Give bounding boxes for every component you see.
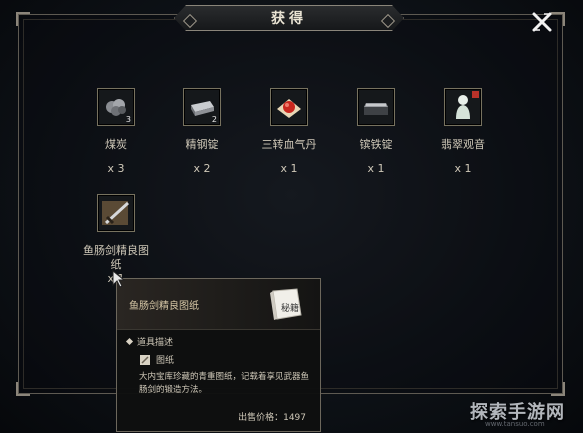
- reward-item-jade-guanyin[interactable]: 翡翠观音 x 1: [426, 88, 500, 175]
- sword-blueprint-icon: [102, 201, 130, 225]
- dialog-title-bar: 获得: [174, 5, 404, 31]
- item-name: 鱼肠剑精良图纸: [83, 244, 149, 271]
- diamond-bullet-icon: [125, 337, 134, 346]
- site-watermark-url: www.tansuo.com: [485, 420, 545, 428]
- item-slot[interactable]: [357, 88, 395, 126]
- tooltip-section-title: 道具描述: [137, 338, 174, 348]
- item-slot[interactable]: 2: [183, 88, 221, 126]
- reward-item-pill[interactable]: 三转血气丹 x 1: [252, 88, 326, 175]
- item-slot[interactable]: [270, 88, 308, 126]
- tooltip-header: 鱼肠剑精良图纸 秘籍: [117, 279, 320, 330]
- iron-ingot-icon: [364, 103, 388, 115]
- item-quantity: x 3: [107, 162, 125, 175]
- close-x-icon: [532, 12, 552, 32]
- reward-item-steel-ingot[interactable]: 2 精钢锭 x 2: [165, 88, 239, 175]
- item-name: 精钢锭: [185, 138, 219, 151]
- scroll-book-icon: 秘籍: [270, 288, 302, 320]
- tooltip-item-kind: 图纸: [139, 353, 174, 366]
- blueprint-kind-icon: [140, 354, 150, 365]
- dialog-title: 获得: [271, 11, 307, 27]
- price-label: 出售价格：: [238, 413, 284, 423]
- item-quantity: x 2: [193, 162, 211, 175]
- item-stack-count: 3: [125, 115, 131, 124]
- item-name: 三转血气丹: [261, 138, 317, 151]
- reward-item-iron-ingot[interactable]: 镔铁锭 x 1: [339, 88, 413, 175]
- price-value: 1497: [283, 413, 306, 423]
- svg-text:秘籍: 秘籍: [281, 302, 299, 314]
- reward-item-coal[interactable]: 3 煤炭 x 3: [79, 88, 153, 175]
- item-stack-count: 2: [211, 115, 217, 124]
- close-button[interactable]: [528, 8, 556, 36]
- tooltip-section-header: 道具描述: [125, 335, 174, 348]
- tooltip-item-name: 鱼肠剑精良图纸: [129, 301, 199, 312]
- item-quantity: x 1: [454, 162, 472, 175]
- item-slot[interactable]: [97, 194, 135, 232]
- item-name: 煤炭: [105, 138, 127, 151]
- item-tooltip: 鱼肠剑精良图纸 秘籍 道具描述 图纸 大内宝库珍藏的青重图纸，记载着享见武器鱼肠…: [116, 278, 321, 432]
- item-name: 镔铁锭: [359, 138, 393, 151]
- pill-icon: [277, 99, 301, 118]
- item-quantity: x 1: [367, 162, 385, 175]
- tooltip-sell-price: 出售价格：1497: [238, 410, 306, 423]
- tooltip-description: 大内宝库珍藏的青重图纸，记载着享见武器鱼肠剑的锻造方法。: [139, 372, 310, 395]
- tooltip-kind-label: 图纸: [156, 356, 175, 366]
- jade-guanyin-icon: [456, 91, 479, 119]
- item-slot[interactable]: 3: [97, 88, 135, 126]
- item-slot[interactable]: [444, 88, 482, 126]
- item-name: 翡翠观音: [441, 138, 485, 151]
- item-quantity: x 1: [280, 162, 298, 175]
- mouse-cursor-icon: [112, 270, 126, 288]
